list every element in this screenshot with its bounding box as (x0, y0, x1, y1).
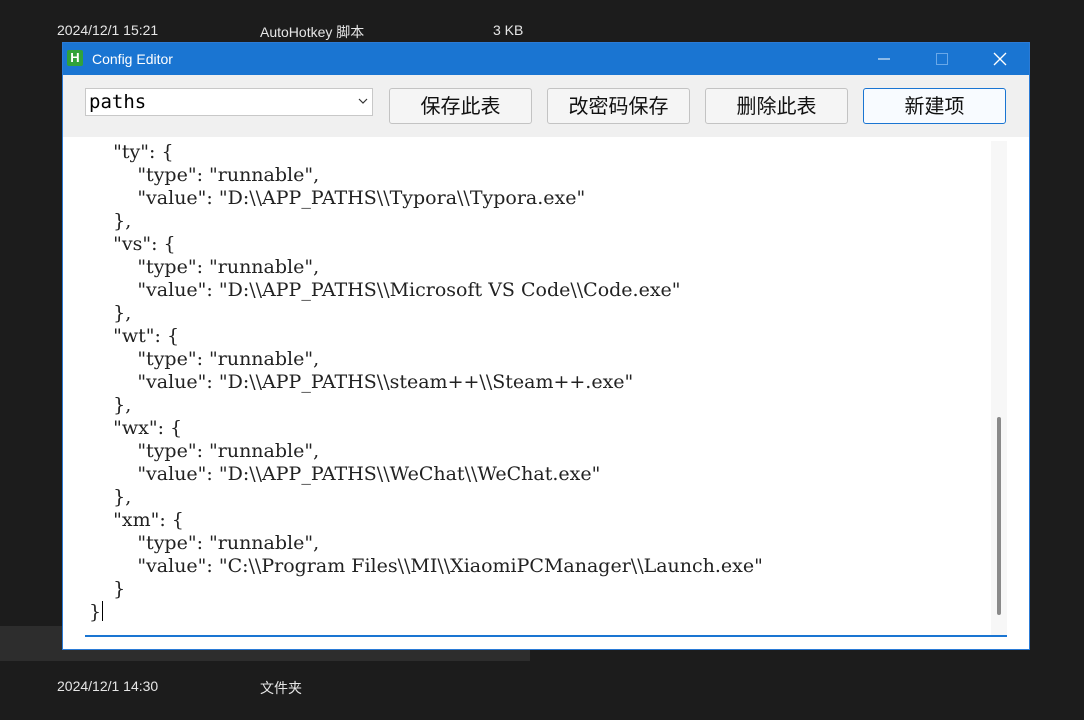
change-password-save-button[interactable]: 改密码保存 (547, 88, 690, 124)
new-item-button[interactable]: 新建项 (863, 88, 1006, 124)
maximize-icon (936, 53, 948, 65)
chevron-down-icon (358, 98, 368, 104)
file-size: 3 KB (493, 22, 524, 38)
toolbar: paths 保存此表 改密码保存 删除此表 新建项 (63, 75, 1029, 137)
app-icon: H (67, 50, 83, 66)
close-button[interactable] (971, 43, 1029, 75)
editor-content: "ty": { "type": "runnable", "value": "D:… (89, 141, 763, 623)
config-editor-window: H Config Editor paths 保存此表 改密码保存 删除此表 新建… (62, 42, 1030, 650)
delete-table-button[interactable]: 删除此表 (705, 88, 848, 124)
vertical-scrollbar[interactable] (991, 141, 1007, 635)
json-editor[interactable]: "ty": { "type": "runnable", "value": "D:… (85, 141, 1007, 637)
file-type: AutoHotkey 脚本 (260, 24, 365, 40)
maximize-button[interactable] (913, 43, 971, 75)
table-select-value: paths (89, 91, 147, 113)
save-table-button[interactable]: 保存此表 (389, 88, 532, 124)
title-bar[interactable]: H Config Editor (63, 43, 1029, 75)
window-title: Config Editor (92, 51, 173, 67)
minimize-icon (878, 58, 890, 60)
text-caret (102, 601, 104, 621)
scrollbar-thumb[interactable] (997, 417, 1001, 615)
close-icon (993, 52, 1007, 66)
file-date: 2024/12/1 15:21 (57, 22, 159, 38)
file-date: 2024/12/1 14:30 (57, 678, 159, 694)
table-select[interactable]: paths (85, 88, 373, 116)
file-type: 文件夹 (260, 680, 302, 696)
minimize-button[interactable] (855, 43, 913, 75)
background-file-row[interactable]: 2024/12/1 14:30 文件夹 (0, 666, 530, 707)
